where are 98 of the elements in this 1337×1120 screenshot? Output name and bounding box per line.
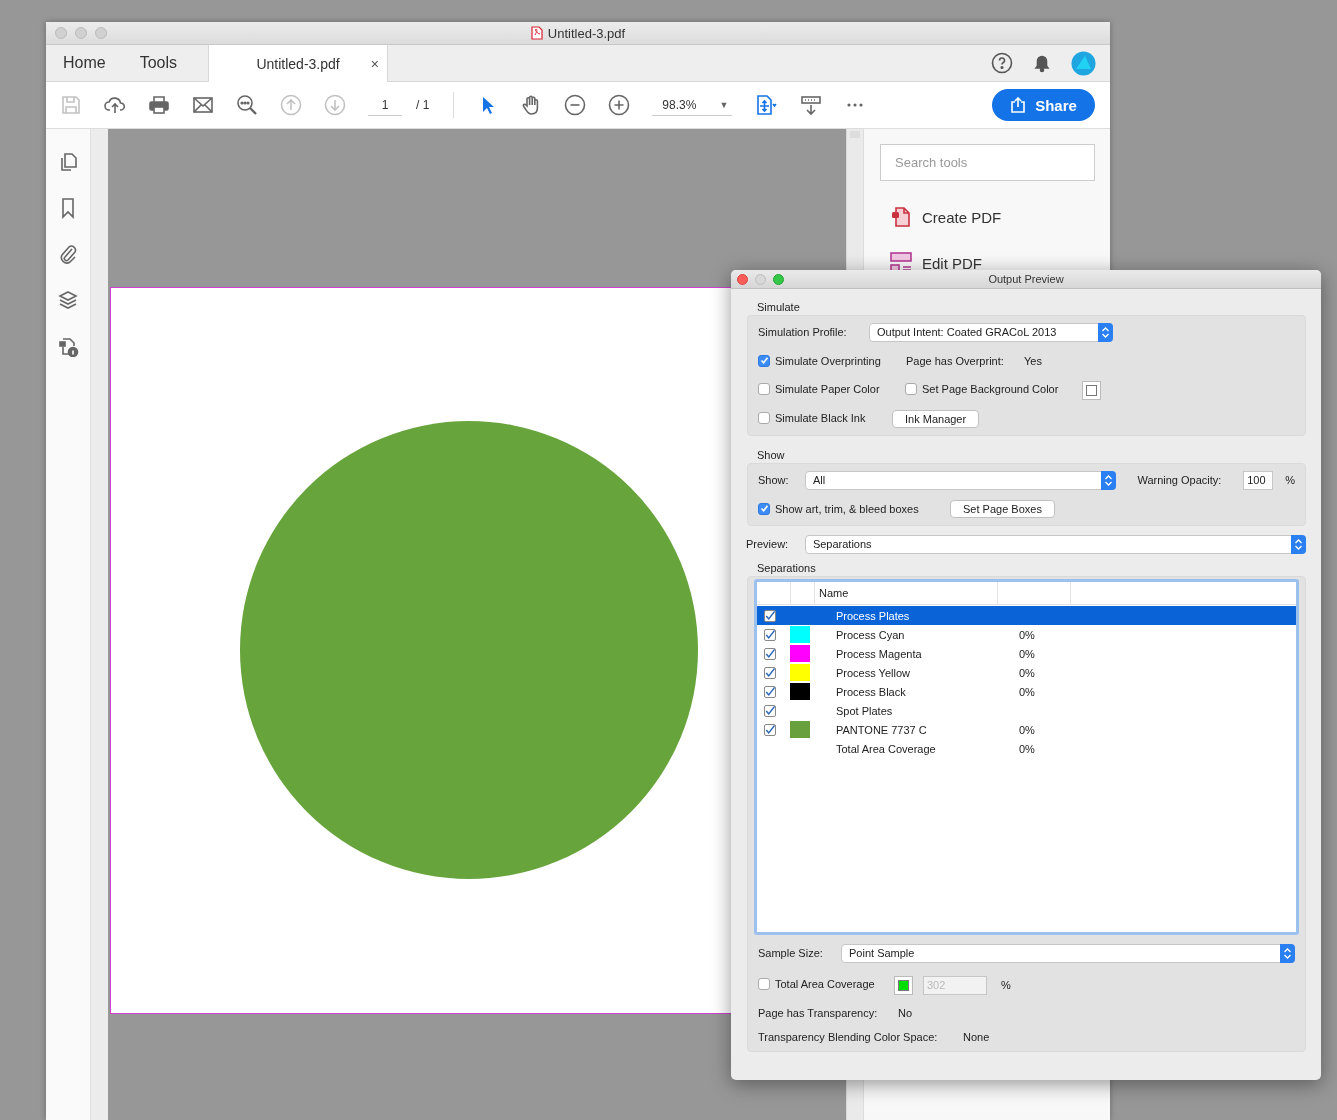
separation-name: Process Plates — [835, 609, 911, 622]
search-icon[interactable] — [236, 94, 258, 116]
show-dropdown[interactable]: All — [804, 470, 1117, 490]
value: No — [898, 1007, 913, 1019]
separation-row[interactable]: PANTONE 7737 C 0% — [757, 720, 1296, 739]
section-heading: Simulate — [757, 301, 800, 313]
checkbox[interactable] — [764, 647, 776, 660]
zoom-out-icon[interactable] — [564, 94, 587, 116]
pdf-file-icon — [530, 26, 543, 40]
percent-sign: % — [1285, 474, 1295, 486]
checkbox-label: Show art, trim, & bleed boxes — [775, 502, 919, 515]
dialog-title: Output Preview — [988, 273, 1064, 285]
sample-size-dropdown[interactable]: Point Sample — [841, 943, 1295, 963]
coverage-value: 0% — [1018, 628, 1036, 641]
label: Sample Size: — [758, 947, 824, 959]
stepper-arrows-icon — [1098, 322, 1113, 342]
help-icon[interactable] — [991, 52, 1013, 74]
coverage-value: 0% — [1018, 666, 1036, 679]
checkbox[interactable] — [758, 383, 770, 395]
section-heading: Show — [757, 449, 785, 461]
label: Transparency Blending Color Space: — [758, 1031, 939, 1043]
fit-page-icon[interactable] — [754, 94, 779, 116]
separation-row[interactable]: Total Area Coverage 0% — [757, 739, 1296, 758]
separation-row[interactable]: Spot Plates — [757, 701, 1296, 720]
checkbox-label: Total Area Coverage — [775, 978, 875, 990]
separation-row[interactable]: Process Yellow 0% — [757, 663, 1296, 682]
tab[interactable]: Tools — [122, 45, 195, 81]
checkbox[interactable] — [764, 609, 776, 622]
window-title: Untitled-3.pdf — [547, 25, 626, 41]
close-button[interactable] — [737, 273, 748, 285]
checkbox[interactable] — [758, 354, 770, 367]
separation-row[interactable]: Process Black 0% — [757, 682, 1296, 701]
label: Preview: — [746, 538, 790, 550]
search-field[interactable]: Search tools — [880, 144, 1095, 181]
label: Page has Overprint: — [906, 355, 1005, 367]
checkbox[interactable] — [764, 685, 776, 698]
layers-icon[interactable] — [57, 289, 79, 311]
section-heading: Separations — [757, 562, 816, 574]
page-count: / 1 — [416, 98, 430, 112]
tool-item[interactable]: Create PDF — [880, 194, 1095, 240]
color-swatch[interactable] — [894, 975, 913, 995]
separation-row[interactable]: Process Magenta 0% — [757, 644, 1296, 663]
column-header[interactable]: Name — [814, 582, 997, 604]
preview-dropdown[interactable]: Separations — [804, 534, 1306, 554]
create-pdf-icon — [890, 206, 912, 228]
separation-name: Total Area Coverage — [835, 742, 937, 755]
share-button[interactable]: Share — [992, 89, 1095, 121]
separation-name: Process Magenta — [835, 647, 923, 660]
zoom-in-icon[interactable] — [608, 94, 631, 116]
value: Yes — [1024, 355, 1042, 367]
stepper-arrows-icon — [1291, 534, 1306, 554]
coverage-value: 0% — [1018, 647, 1036, 660]
separation-row[interactable]: Process Cyan 0% — [757, 625, 1296, 644]
label: Show: — [758, 474, 790, 486]
separation-name: Spot Plates — [835, 704, 894, 717]
print-icon[interactable] — [148, 94, 170, 116]
label: Page has Transparency: — [758, 1007, 879, 1019]
coverage-value: 0% — [1018, 723, 1036, 736]
checkbox-label: Set Page Background Color — [922, 383, 1059, 395]
color-swatch[interactable] — [1082, 380, 1101, 400]
checkbox[interactable] — [905, 383, 917, 395]
value: None — [963, 1031, 990, 1043]
set-page-boxes-button[interactable]: Set Page Boxes — [950, 500, 1055, 518]
separation-name: Process Yellow — [835, 666, 911, 679]
checkbox-label: Simulate Black Ink — [775, 412, 866, 424]
document-info-icon[interactable] — [57, 335, 79, 357]
tab[interactable]: Home — [46, 45, 123, 81]
checkbox[interactable] — [764, 628, 776, 641]
coverage-value: 0% — [1018, 685, 1036, 698]
checkbox[interactable] — [764, 704, 776, 717]
page-number-field[interactable]: 1 — [368, 94, 402, 116]
separation-name: Process Black — [835, 685, 907, 698]
zoom-dropdown[interactable]: 98.3% ▼ — [652, 94, 733, 116]
stepper-arrows-icon — [1101, 470, 1117, 490]
share-icon — [1010, 97, 1027, 113]
cloud-upload-icon[interactable] — [104, 94, 126, 116]
checkbox-label: Simulate Overprinting — [775, 354, 881, 367]
caret-icon[interactable]: ▼ — [719, 99, 729, 110]
checkbox[interactable] — [758, 502, 770, 515]
stepper-arrows-icon — [1280, 943, 1295, 963]
ink-manager-button[interactable]: Ink Manager — [892, 410, 980, 428]
label: Warning Opacity: — [1137, 474, 1223, 486]
separation-row[interactable]: Process Plates — [757, 606, 1296, 625]
tab[interactable]: Untitled-3.pdf × — [208, 45, 389, 82]
form-field-icon[interactable] — [800, 94, 823, 116]
warning-opacity-field[interactable]: 100 — [1243, 470, 1274, 490]
label: Simulation Profile: — [758, 326, 848, 338]
checkbox-label: Simulate Paper Color — [775, 383, 880, 395]
simulation-profile-dropdown[interactable]: Output Intent: Coated GRACoL 2013 — [869, 322, 1113, 342]
checkbox[interactable] — [764, 666, 776, 679]
mail-icon[interactable] — [192, 94, 214, 116]
separation-name: PANTONE 7737 C — [835, 723, 928, 736]
checkbox[interactable] — [758, 412, 770, 424]
coverage-value: 0% — [1018, 742, 1036, 755]
percent-sign: % — [1001, 979, 1011, 991]
separation-name: Process Cyan — [835, 628, 906, 641]
close-tab-icon[interactable]: × — [370, 55, 380, 72]
checkbox[interactable] — [764, 723, 776, 736]
